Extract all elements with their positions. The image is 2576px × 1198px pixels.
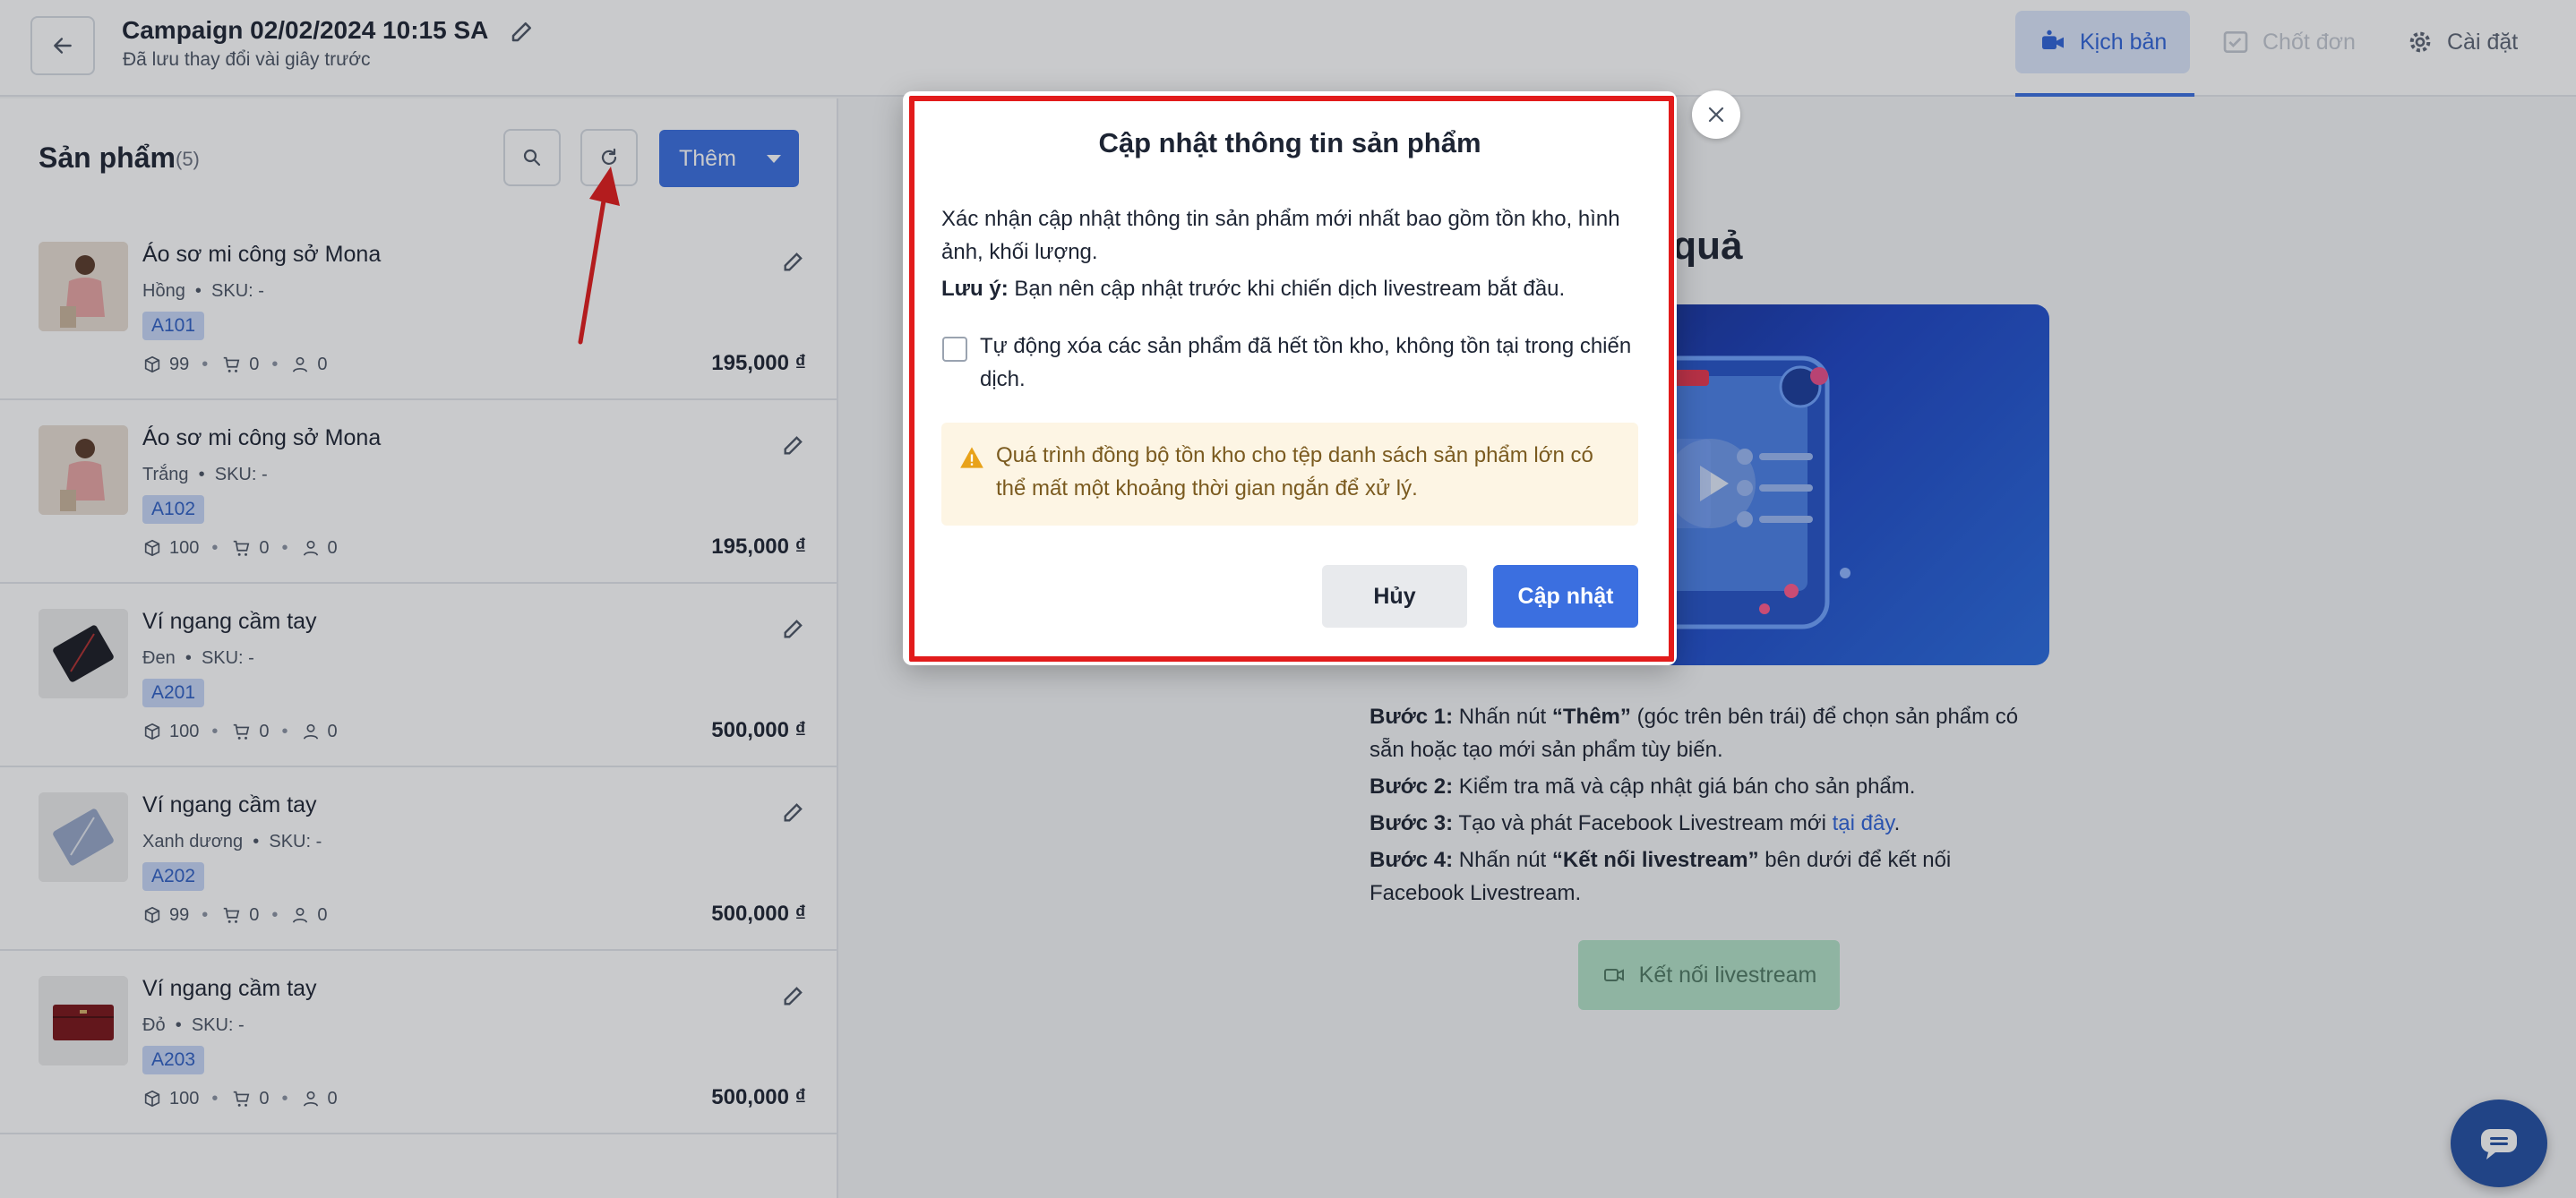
close-icon bbox=[1708, 107, 1724, 123]
close-dialog-button[interactable] bbox=[1692, 90, 1740, 139]
annotation-highlight-box bbox=[909, 96, 1674, 662]
